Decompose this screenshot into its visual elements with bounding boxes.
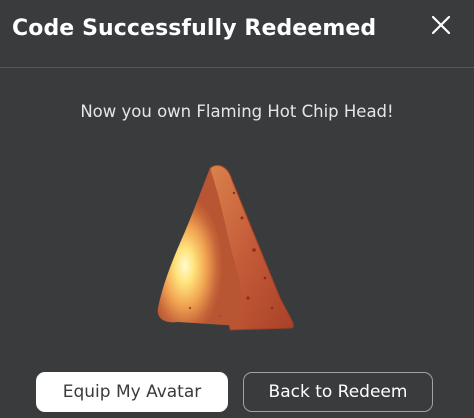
code-redeemed-dialog: Code Successfully Redeemed Now you own F…	[0, 0, 474, 418]
close-button[interactable]	[424, 8, 458, 42]
dialog-header: Code Successfully Redeemed	[0, 0, 474, 68]
chip-head-icon	[157, 164, 294, 331]
equip-avatar-button[interactable]: Equip My Avatar	[36, 372, 228, 412]
redeem-message: Now you own Flaming Hot Chip Head!	[80, 102, 394, 121]
close-icon	[431, 15, 451, 35]
back-to-redeem-button[interactable]: Back to Redeem	[243, 372, 433, 412]
item-thumbnail	[150, 158, 310, 338]
dialog-title: Code Successfully Redeemed	[12, 16, 377, 41]
